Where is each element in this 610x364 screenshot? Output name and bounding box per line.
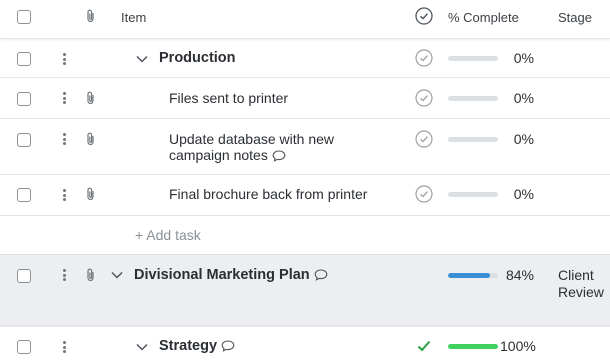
row-checkbox[interactable]	[17, 340, 31, 354]
checkmark-icon[interactable]	[417, 340, 431, 352]
task-title[interactable]: Update database with new	[169, 131, 334, 148]
comment-icon[interactable]	[314, 269, 328, 281]
add-task-row: + Add task	[0, 216, 610, 254]
row-checkbox[interactable]	[17, 269, 31, 283]
row-menu-icon[interactable]	[63, 92, 67, 104]
progress-bar	[448, 273, 498, 278]
attachment-icon	[87, 9, 94, 23]
row-menu-icon[interactable]	[63, 53, 67, 65]
complete-check-icon	[415, 7, 433, 25]
progress-fill	[448, 344, 498, 349]
row-checkbox[interactable]	[17, 52, 31, 66]
chevron-down-icon[interactable]	[111, 271, 123, 279]
percent-complete: 0%	[513, 131, 534, 147]
task-title[interactable]: Files sent to printer	[169, 90, 288, 107]
add-task-button[interactable]: + Add task	[135, 227, 201, 244]
group-title-text: Strategy	[159, 338, 218, 354]
percent-complete: 84%	[505, 267, 534, 283]
stage-value-line2[interactable]: Review	[558, 284, 604, 301]
complete-check-icon[interactable]	[415, 89, 433, 107]
task-title-continued: campaign notes	[169, 147, 268, 163]
group-title[interactable]: Strategy	[159, 338, 235, 355]
table-row[interactable]: Divisional Marketing Plan 84% Client Rev…	[0, 254, 610, 326]
progress-bar	[448, 344, 498, 349]
progress-bar	[448, 56, 498, 61]
progress-fill	[448, 273, 490, 278]
percent-complete: 0%	[513, 90, 534, 106]
row-checkbox[interactable]	[17, 92, 31, 106]
attachment-icon[interactable]	[85, 132, 97, 146]
row-menu-icon[interactable]	[63, 269, 67, 281]
project-title-text: Divisional Marketing Plan	[134, 267, 310, 283]
task-title[interactable]: Final brochure back from printer	[169, 186, 367, 203]
percent-complete: 0%	[513, 50, 534, 66]
table-row[interactable]: Strategy 100%	[0, 326, 610, 364]
attachment-icon[interactable]	[85, 268, 97, 282]
project-title[interactable]: Divisional Marketing Plan	[134, 267, 328, 284]
percent-complete: 100%	[500, 338, 536, 354]
select-all-checkbox[interactable]	[17, 10, 31, 24]
complete-check-icon[interactable]	[415, 49, 433, 67]
chevron-down-icon[interactable]	[136, 55, 148, 63]
row-menu-icon[interactable]	[63, 133, 67, 145]
table-header: Item % Complete Stage	[0, 0, 610, 38]
table-row[interactable]: Final brochure back from printer 0%	[0, 175, 610, 216]
group-title[interactable]: Production	[159, 50, 236, 67]
column-header-stage[interactable]: Stage	[558, 10, 592, 25]
task-title-line2[interactable]: campaign notes	[169, 147, 286, 164]
chevron-down-icon[interactable]	[136, 343, 148, 351]
attachment-icon[interactable]	[85, 187, 97, 201]
table-row[interactable]: Update database with new campaign notes …	[0, 119, 610, 175]
attachment-icon[interactable]	[85, 91, 97, 105]
progress-bar	[448, 96, 498, 101]
comment-icon[interactable]	[221, 340, 235, 352]
row-checkbox[interactable]	[17, 188, 31, 202]
comment-icon[interactable]	[272, 150, 286, 163]
complete-check-icon[interactable]	[415, 130, 433, 148]
row-menu-icon[interactable]	[63, 341, 67, 353]
table-row[interactable]: Files sent to printer 0%	[0, 78, 610, 119]
table-row[interactable]: Production 0%	[0, 38, 610, 78]
progress-bar	[448, 192, 498, 197]
column-header-complete[interactable]: % Complete	[448, 10, 519, 25]
stage-value[interactable]: Client	[558, 267, 594, 284]
column-header-item[interactable]: Item	[121, 10, 146, 25]
progress-bar	[448, 137, 498, 142]
row-menu-icon[interactable]	[63, 189, 67, 201]
percent-complete: 0%	[513, 186, 534, 202]
complete-check-icon[interactable]	[415, 185, 433, 203]
row-checkbox[interactable]	[17, 133, 31, 147]
